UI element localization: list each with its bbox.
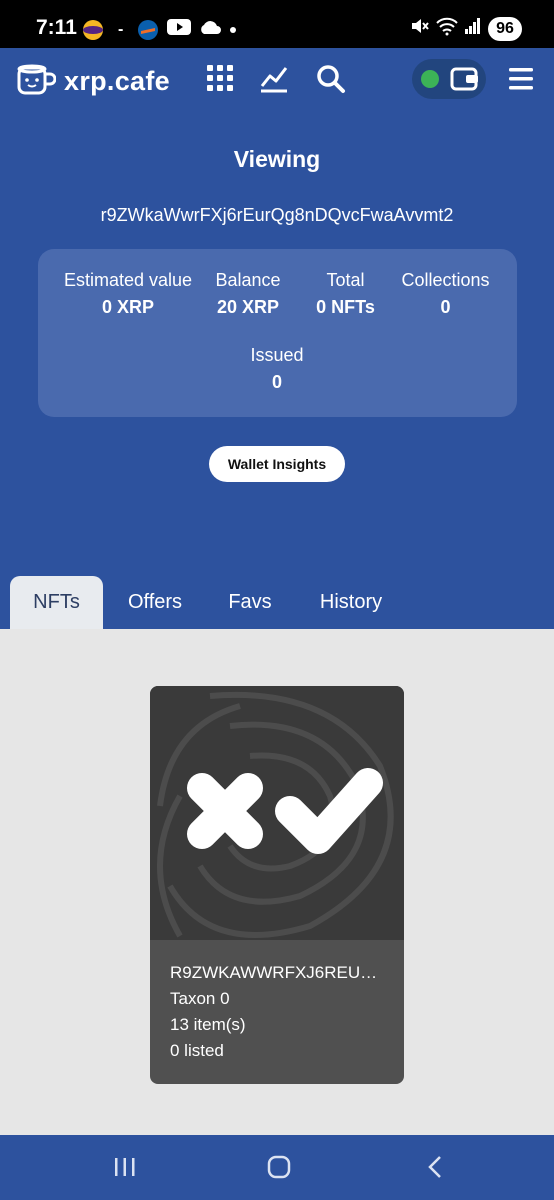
lakers-logo-icon bbox=[82, 19, 104, 41]
stat-total: Total 0 NFTs bbox=[303, 270, 388, 318]
collection-image bbox=[150, 686, 404, 940]
status-bar: 7:11 - 96 bbox=[0, 0, 554, 48]
stat-value: 0 bbox=[271, 372, 282, 392]
stat-value: 0 NFTs bbox=[316, 297, 375, 317]
youtube-icon bbox=[167, 18, 192, 41]
search-icon[interactable] bbox=[316, 64, 346, 99]
stats-card: Estimated value 0 XRP Balance 20 XRP Tot… bbox=[38, 249, 517, 417]
wallet-connect-button[interactable] bbox=[412, 59, 486, 99]
app-header: xrp.cafe bbox=[0, 48, 554, 112]
collection-name: R9ZWKAWWRFXJ6REURQG8NDQVCFWAAVVMT2 bbox=[170, 963, 384, 982]
notification-icons: - bbox=[82, 18, 237, 41]
status-time: 7:11 bbox=[36, 16, 77, 39]
stat-issued: Issued 0 bbox=[227, 345, 327, 393]
stat-estimated-value: Estimated value 0 XRP bbox=[58, 270, 198, 318]
grid-icon[interactable] bbox=[206, 64, 234, 97]
stat-label: Total bbox=[326, 270, 365, 290]
stat-label: Issued bbox=[250, 345, 304, 365]
wallet-insights-button[interactable]: Wallet Insights bbox=[209, 446, 345, 482]
tab-nfts[interactable]: NFTs bbox=[10, 576, 103, 629]
wallet-icon bbox=[450, 66, 480, 97]
tab-favs[interactable]: Favs bbox=[215, 576, 285, 629]
stat-collections: Collections 0 bbox=[393, 270, 498, 318]
collection-item-count: 13 item(s) bbox=[170, 1015, 246, 1034]
cloud-icon bbox=[199, 19, 222, 40]
menu-icon[interactable] bbox=[508, 66, 534, 97]
stat-label: Collections bbox=[401, 270, 490, 290]
mute-icon bbox=[410, 16, 430, 41]
cup-logo-icon bbox=[16, 62, 57, 101]
stat-value: 20 XRP bbox=[216, 297, 280, 317]
site-logo[interactable]: xrp.cafe bbox=[16, 62, 170, 101]
page-title: Viewing bbox=[233, 146, 321, 172]
nft-grid: R9ZWKAWWRFXJ6REURQG8NDQVCFWAAVVMT2 Taxon… bbox=[0, 629, 554, 1135]
site-name: xrp.cafe bbox=[64, 66, 170, 96]
chart-icon[interactable] bbox=[259, 64, 289, 99]
thunder-logo-icon bbox=[137, 19, 159, 41]
wallet-address: r9ZWkaWwrFXj6rEurQg8nDQvcFwaAvvmt2 bbox=[100, 205, 454, 225]
status-dash: - bbox=[118, 20, 124, 38]
tab-history[interactable]: History bbox=[305, 576, 397, 629]
back-icon[interactable] bbox=[424, 1155, 448, 1184]
collection-taxon: Taxon 0 bbox=[170, 989, 230, 1008]
profile-section: Viewing r9ZWkaWwrFXj6rEurQg8nDQvcFwaAvvm… bbox=[0, 112, 554, 629]
stat-value: 0 bbox=[440, 297, 451, 317]
tab-offers[interactable]: Offers bbox=[113, 576, 197, 629]
stat-balance: Balance 20 XRP bbox=[203, 270, 293, 318]
stat-label: Balance bbox=[215, 270, 281, 290]
recent-apps-icon[interactable] bbox=[113, 1155, 137, 1184]
dot-icon bbox=[229, 21, 237, 39]
home-icon[interactable] bbox=[267, 1155, 291, 1184]
x-check-icon bbox=[187, 768, 383, 854]
system-icons: 96 bbox=[410, 16, 522, 41]
collection-card[interactable]: R9ZWKAWWRFXJ6REURQG8NDQVCFWAAVVMT2 Taxon… bbox=[150, 686, 404, 1084]
battery-level: 96 bbox=[488, 16, 522, 41]
collection-listed-count: 0 listed bbox=[170, 1041, 224, 1060]
wallet-status-indicator bbox=[421, 70, 439, 88]
collection-info: R9ZWKAWWRFXJ6REURQG8NDQVCFWAAVVMT2 Taxon… bbox=[170, 960, 384, 1064]
signal-icon bbox=[464, 17, 482, 40]
stat-label: Estimated value bbox=[63, 270, 193, 290]
wifi-icon bbox=[436, 16, 458, 41]
system-nav-bar bbox=[0, 1135, 554, 1200]
stat-value: 0 XRP bbox=[101, 297, 155, 317]
